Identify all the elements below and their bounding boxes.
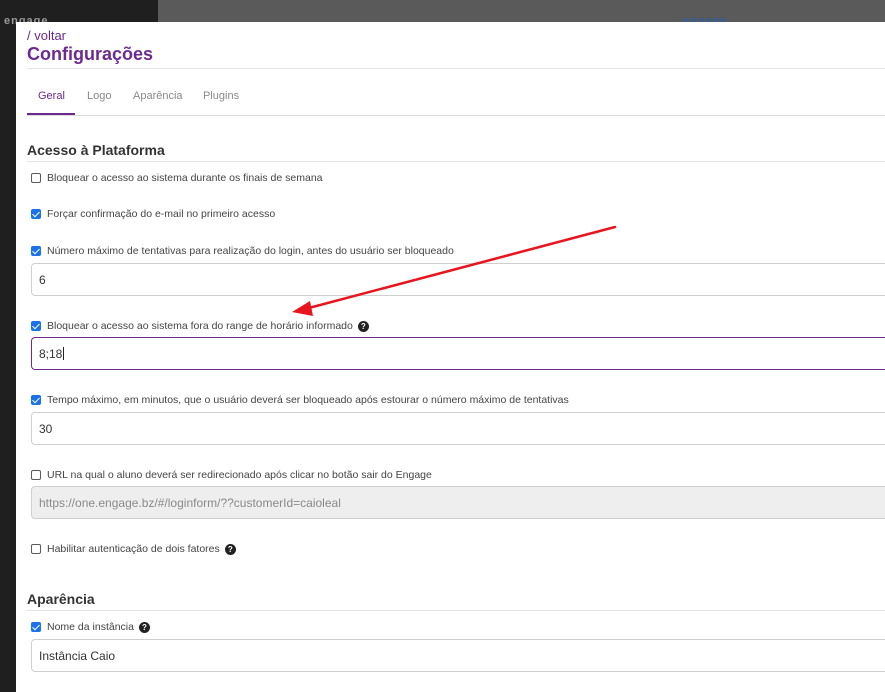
settings-panel: / voltar Configurações Geral Logo Aparên… (16, 22, 885, 692)
logout-url-input[interactable]: https://one.engage.bz/#/loginform/??cust… (31, 486, 885, 519)
checkbox-two-factor[interactable] (31, 544, 41, 554)
input-value: 30 (39, 421, 53, 436)
option-label: Habilitar autenticação de dois fatores (47, 543, 220, 555)
section-title-aparencia: Aparência (27, 591, 95, 607)
tab-logo[interactable]: Logo (87, 90, 111, 102)
option-label: Bloquear o acesso ao sistema durante os … (47, 172, 323, 184)
help-icon[interactable]: ? (138, 621, 150, 633)
option-two-factor[interactable]: Habilitar autenticação de dois fatores ? (31, 542, 236, 556)
tab-geral[interactable]: Geral (38, 90, 65, 102)
tab-aparencia[interactable]: Aparência (133, 90, 183, 102)
header-divider (27, 68, 885, 69)
checkbox-block-weekends[interactable] (31, 173, 41, 183)
checkbox-logout-url[interactable] (31, 470, 41, 480)
option-instance-name[interactable]: Nome da instância ? (31, 620, 150, 634)
option-time-range[interactable]: Bloquear o acesso ao sistema fora do ran… (31, 319, 369, 333)
tab-plugins[interactable]: Plugins (203, 90, 239, 102)
tab-bar: Geral Logo Aparência Plugins (27, 90, 885, 116)
option-label: Nome da instância (47, 621, 134, 633)
back-link[interactable]: / voltar (27, 28, 66, 43)
page-title: Configurações (27, 44, 154, 64)
help-icon[interactable]: ? (357, 320, 369, 332)
text-caret (63, 347, 65, 360)
input-placeholder: https://one.engage.bz/#/loginform/??cust… (39, 495, 341, 510)
max-attempts-input[interactable]: 6 (31, 263, 885, 296)
option-block-duration[interactable]: Tempo máximo, em minutos, que o usuário … (31, 393, 569, 407)
section-divider (27, 610, 885, 611)
help-icon[interactable]: ? (224, 543, 236, 555)
checkbox-block-duration[interactable] (31, 395, 41, 405)
checkbox-confirm-email[interactable] (31, 209, 41, 219)
option-block-weekends[interactable]: Bloquear o acesso ao sistema durante os … (31, 171, 323, 185)
input-value: Instância Caio (39, 648, 116, 663)
input-value: 8;18 (39, 346, 63, 361)
input-value: 6 (39, 272, 46, 287)
section-title-acesso: Acesso à Plataforma (27, 142, 165, 158)
option-logout-url[interactable]: URL na qual o aluno deverá ser redirecio… (31, 468, 432, 482)
background-topbar (158, 0, 885, 22)
option-max-attempts[interactable]: Número máximo de tentativas para realiza… (31, 244, 454, 258)
instance-name-input[interactable]: Instância Caio (31, 639, 885, 672)
block-duration-input[interactable]: 30 (31, 412, 885, 445)
option-label: URL na qual o aluno deverá ser redirecio… (47, 469, 432, 481)
option-label: Forçar confirmação do e-mail no primeiro… (47, 208, 276, 220)
section-divider (27, 161, 885, 162)
option-label: Bloquear o acesso ao sistema fora do ran… (47, 320, 353, 332)
option-label: Número máximo de tentativas para realiza… (47, 245, 454, 257)
active-tab-indicator (27, 113, 75, 115)
time-range-input[interactable]: 8;18 (31, 337, 885, 370)
checkbox-max-attempts[interactable] (31, 246, 41, 256)
checkbox-time-range[interactable] (31, 321, 41, 331)
option-label: Tempo máximo, em minutos, que o usuário … (47, 394, 569, 406)
checkbox-instance-name[interactable] (31, 622, 41, 632)
option-confirm-email[interactable]: Forçar confirmação do e-mail no primeiro… (31, 207, 275, 221)
